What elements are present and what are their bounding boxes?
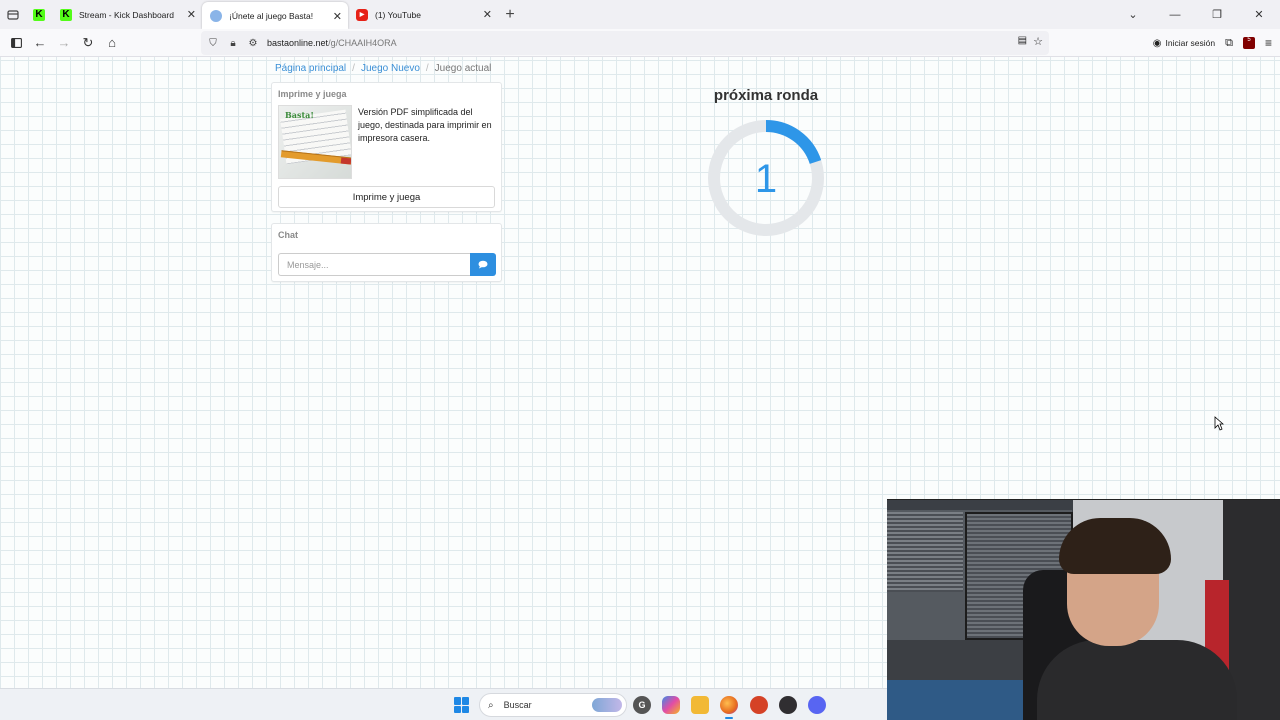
restore-button[interactable]: ❐ (1196, 8, 1238, 21)
url-text[interactable]: bastaonline.net/g/CHAAIH4ORA (267, 38, 397, 48)
print-and-play-panel: Imprime y juega Basta! Versión PDF simpl… (271, 82, 502, 212)
next-round-title: próxima ronda (713, 87, 819, 104)
minimize-button[interactable]: — (1154, 9, 1196, 21)
globe-icon (210, 9, 222, 22)
breadcrumb-home[interactable]: Página principal (275, 63, 346, 74)
permissions-icon[interactable]: ⚙ (245, 38, 261, 49)
taskbar-search[interactable]: ⌕ Buscar (479, 693, 627, 717)
close-icon[interactable]: ✕ (483, 8, 492, 21)
colors-icon[interactable] (662, 696, 680, 714)
firefox-icon[interactable] (720, 696, 738, 719)
copilot-icon[interactable]: G (633, 696, 651, 714)
discord-icon[interactable] (808, 696, 826, 714)
tab-bar: K K Stream - Kick Dashboard ✕ ¡Únete al … (0, 0, 1280, 29)
account-icon: ◉ (1152, 37, 1162, 49)
address-bar[interactable]: ⛉ 🔒︎ ⚙ bastaonline.net/g/CHAAIH4ORA ▤ ☆ (201, 31, 1049, 55)
shield-icon[interactable]: ⛉ (205, 38, 221, 49)
search-icon: ⌕ (488, 699, 494, 711)
windows-start-icon[interactable] (454, 697, 470, 713)
tab-kick-pinned[interactable]: K (26, 0, 52, 29)
extensions-icon[interactable]: ⧉ (1225, 37, 1233, 50)
ublock-icon[interactable]: 5 (1242, 37, 1255, 49)
webcam-overlay (887, 499, 1280, 720)
back-icon[interactable]: ← (28, 31, 52, 55)
send-message-button[interactable] (470, 253, 496, 276)
mouse-cursor-icon (1214, 416, 1224, 431)
breadcrumb-current: Juego actual (434, 63, 492, 74)
tab-list-button[interactable] (0, 0, 26, 29)
close-icon[interactable]: ✕ (333, 10, 342, 23)
panel-heading: Chat (278, 230, 298, 240)
tab-list-icon (7, 9, 19, 20)
youtube-icon: ▶ (356, 8, 368, 21)
home-icon[interactable]: ⌂ (100, 31, 124, 55)
signin-button[interactable]: ◉ Iniciar sesión (1153, 38, 1215, 49)
tab-title: ¡Únete al juego Basta! (229, 10, 314, 21)
sidebar-toggle-icon[interactable] (4, 31, 28, 55)
tab-title: (1) YouTube (375, 9, 421, 20)
countdown-value: 1 (755, 157, 777, 201)
tab-youtube[interactable]: ▶ (1) YouTube ✕ (348, 0, 498, 29)
chat-panel: Chat (271, 223, 502, 282)
print-and-play-button[interactable]: Imprime y juega (278, 186, 495, 208)
new-tab-button[interactable]: + (498, 6, 522, 24)
panel-heading: Imprime y juega (278, 89, 347, 99)
windows-taskbar: ⌕ Buscar G (0, 688, 887, 720)
print-thumbnail: Basta! (278, 105, 352, 179)
kick-icon: K (33, 8, 45, 21)
reload-icon[interactable]: ↻ (76, 31, 100, 55)
chat-bubble-icon (478, 260, 488, 269)
tab-title: Stream - Kick Dashboard (79, 9, 174, 20)
brave-icon[interactable] (750, 696, 768, 714)
lock-icon[interactable]: 🔒︎ (225, 38, 241, 49)
bookmark-star-icon[interactable]: ☆ (1033, 35, 1043, 48)
file-explorer-icon[interactable] (691, 696, 709, 714)
print-description: Versión PDF simplificada del juego, dest… (358, 107, 492, 143)
close-window-button[interactable]: ✕ (1238, 8, 1280, 21)
tab-basta[interactable]: ¡Únete al juego Basta! ✕ (202, 2, 348, 29)
navigation-bar: ← → ↻ ⌂ ⛉ 🔒︎ ⚙ bastaonline.net/g/CHAAIH4… (0, 29, 1280, 57)
breadcrumb: Página principal / Juego Nuevo / Juego a… (275, 63, 492, 74)
countdown-ring: 1 (708, 120, 824, 236)
tab-kick-dashboard[interactable]: K Stream - Kick Dashboard ✕ (52, 0, 202, 29)
forward-icon[interactable]: → (52, 31, 76, 55)
kick-icon: K (60, 8, 72, 21)
reader-view-icon[interactable]: ▤ (1018, 35, 1027, 48)
chat-message-input[interactable] (278, 253, 470, 276)
breadcrumb-new-game[interactable]: Juego Nuevo (361, 63, 420, 74)
chevron-down-icon[interactable]: ⌄ (1112, 8, 1154, 21)
obs-icon[interactable] (779, 696, 797, 714)
close-icon[interactable]: ✕ (187, 8, 196, 21)
menu-icon[interactable]: ≡ (1265, 36, 1272, 50)
search-highlight-image (592, 698, 622, 712)
